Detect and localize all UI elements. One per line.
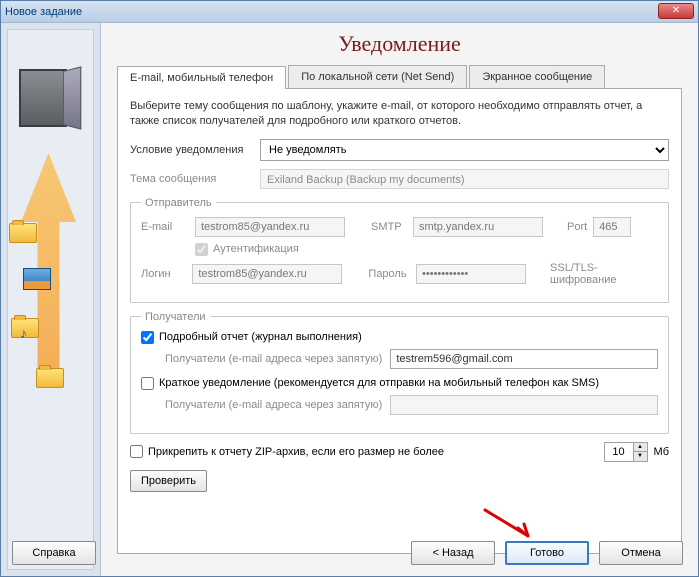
spin-down[interactable]: ▼ [633,452,647,461]
brief-checkbox[interactable]: Краткое уведомление (рекомендуется для о… [141,377,658,390]
password-input[interactable] [416,264,526,284]
subject-label: Тема сообщения [130,173,260,185]
sender-group: Отправитель E-mail SMTP Port Аутентиф [130,197,669,303]
tab-screen[interactable]: Экранное сообщение [469,65,605,88]
cancel-button[interactable]: Отмена [599,541,683,565]
recipients-legend: Получатели [141,311,210,323]
login-label: Логин [141,268,186,280]
music-folder-icon: ♪ [11,318,41,344]
email-label: E-mail [141,221,189,233]
attach-unit: Мб [654,446,669,458]
spin-up[interactable]: ▲ [633,443,647,452]
brief-recip-input [390,395,658,415]
folder-icon [9,223,39,249]
subject-value: Exiland Backup (Backup my documents) [260,169,669,189]
detailed-checkbox[interactable]: Подробный отчет (журнал выполнения) [141,331,658,344]
close-button[interactable]: ✕ [658,3,694,19]
detailed-recip-label: Получатели (e-mail адреса через запятую) [165,353,382,365]
auth-checkbox[interactable]: Аутентификация [195,243,299,256]
condition-select[interactable]: Не уведомлять [260,139,669,161]
wizard-sidebar: ♪ [1,23,101,576]
port-label: Port [567,221,587,233]
brief-recip-label: Получатели (e-mail адреса через запятую) [165,399,382,411]
password-label: Пароль [368,268,410,280]
sender-email-input[interactable] [195,217,345,237]
port-input[interactable] [593,217,631,237]
safe-icon [19,65,79,130]
folder-icon [36,368,66,394]
finish-button[interactable]: Готово [505,541,589,565]
tab-pane: Выберите тему сообщения по шаблону, укаж… [117,89,682,554]
condition-label: Условие уведомления [130,144,260,156]
attach-checkbox-input[interactable] [130,445,143,458]
attach-size-spinner[interactable]: ▲▼ [604,442,648,462]
recipients-group: Получатели Подробный отчет (журнал выпол… [130,311,669,434]
detailed-recip-input[interactable] [390,349,658,369]
brief-checkbox-input[interactable] [141,377,154,390]
intro-text: Выберите тему сообщения по шаблону, укаж… [130,99,669,129]
photo-icon [23,268,53,294]
login-input[interactable] [192,264,342,284]
help-button[interactable]: Справка [12,541,96,565]
tabs: E-mail, мобильный телефон По локальной с… [117,65,682,89]
titlebar: Новое задание ✕ [1,1,698,23]
tab-email[interactable]: E-mail, мобильный телефон [117,66,286,89]
attach-checkbox[interactable]: Прикрепить к отчету ZIP-архив, если его … [130,445,444,458]
attach-size-input[interactable] [605,443,633,461]
verify-button[interactable]: Проверить [130,470,207,492]
detailed-checkbox-input[interactable] [141,331,154,344]
page-title: Уведомление [117,31,682,57]
auth-checkbox-input[interactable] [195,243,208,256]
window-title: Новое задание [5,6,82,18]
back-button[interactable]: < Назад [411,541,495,565]
smtp-input[interactable] [413,217,543,237]
tab-netsend[interactable]: По локальной сети (Net Send) [288,65,467,88]
smtp-label: SMTP [371,221,407,233]
ssl-label: SSL/TLS-шифрование [550,262,658,286]
sender-legend: Отправитель [141,197,216,209]
